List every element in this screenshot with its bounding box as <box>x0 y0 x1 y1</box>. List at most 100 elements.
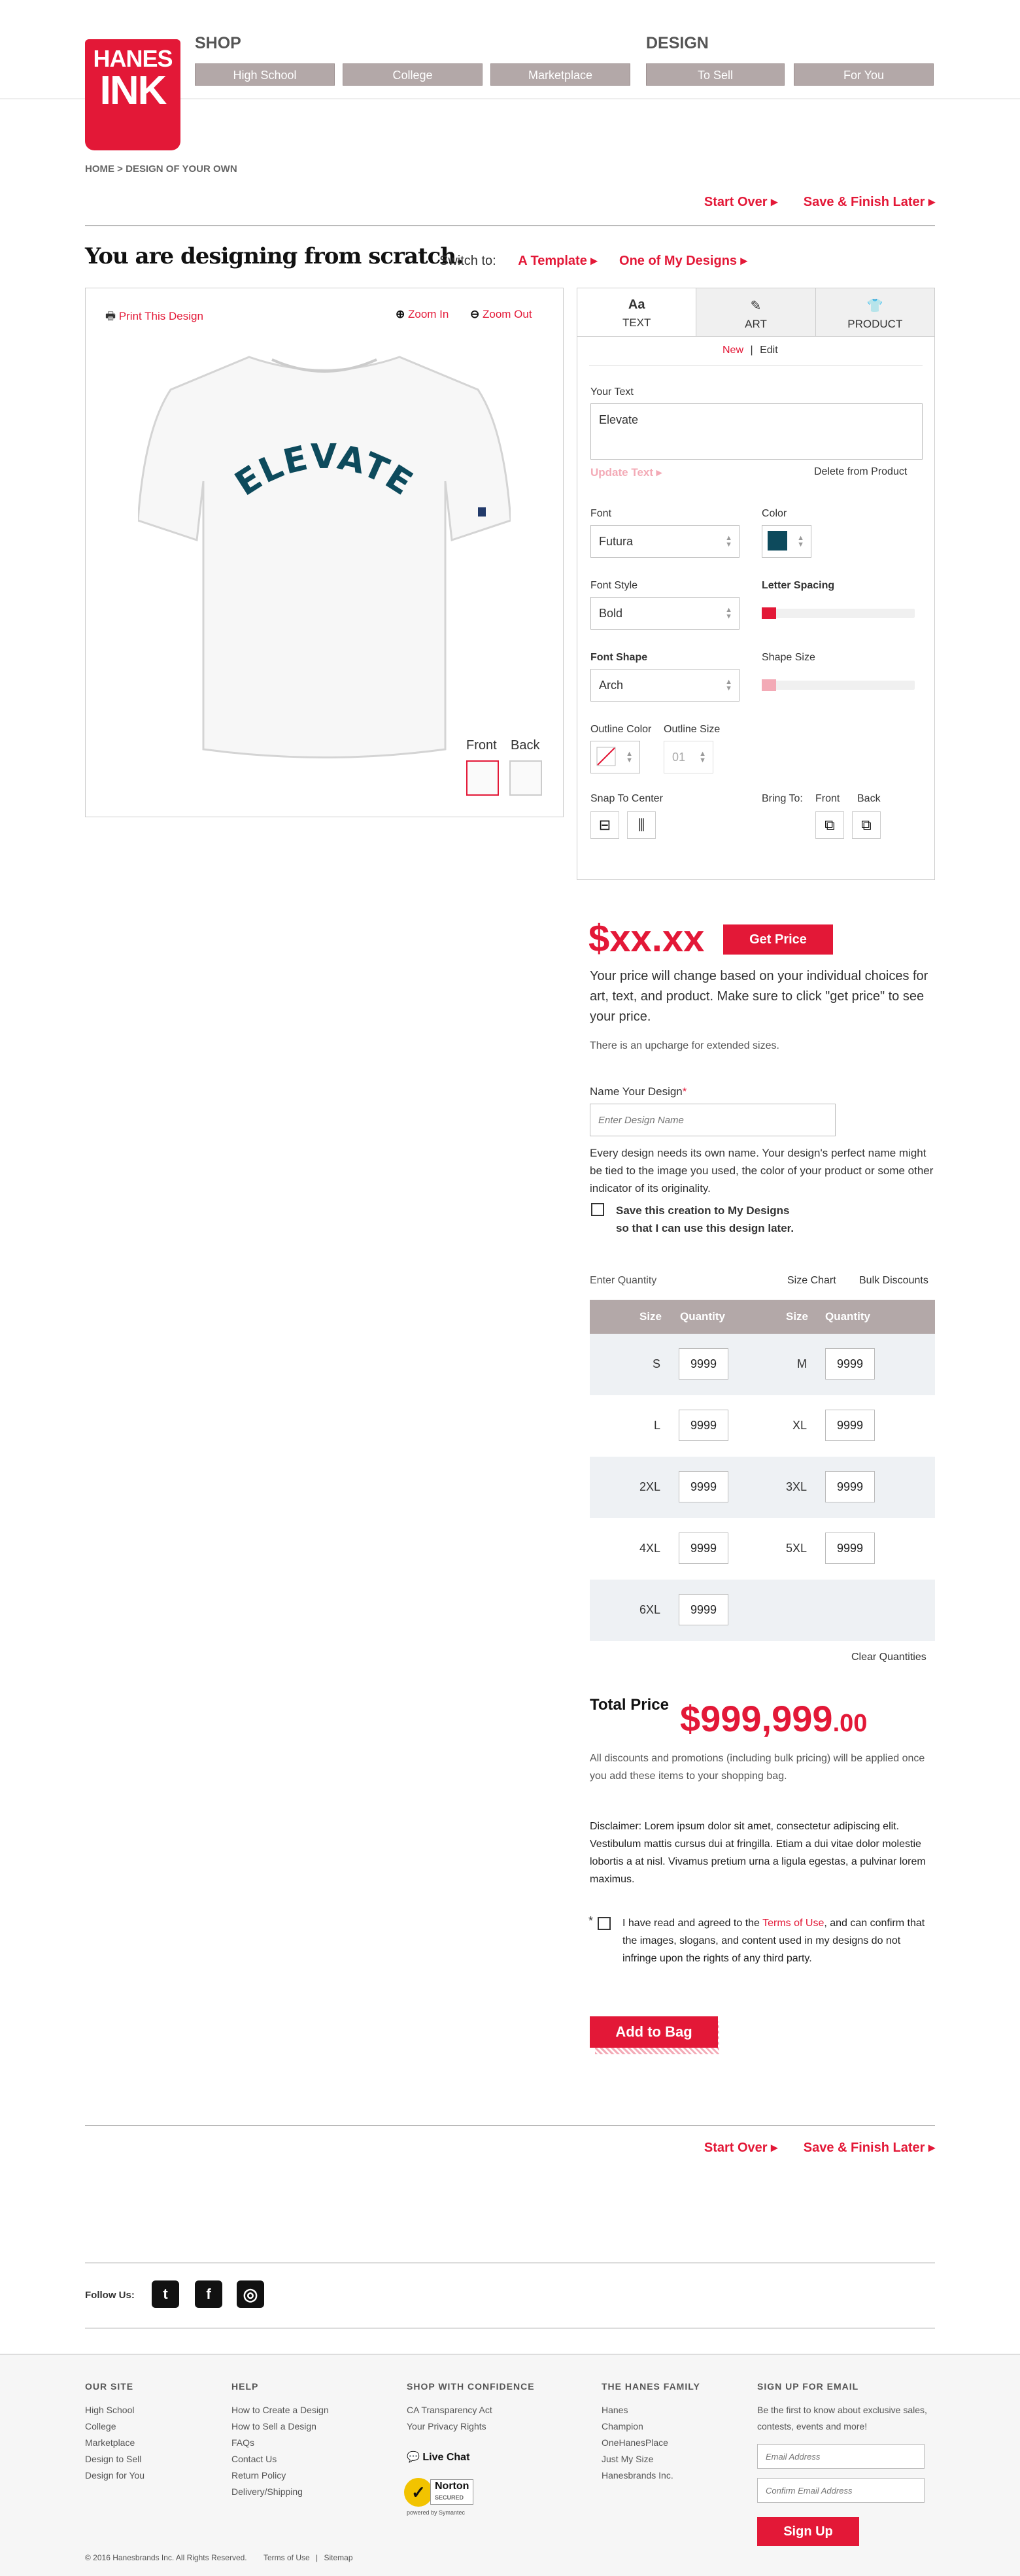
footer-terms-link[interactable]: Terms of Use <box>264 2553 310 2562</box>
font-label: Font <box>590 508 612 519</box>
start-over-link[interactable]: Start Over ▸ <box>704 2141 777 2155</box>
footer-link[interactable]: CA Transparency Act <box>407 2402 492 2418</box>
update-text-button[interactable]: Update Text ▸ <box>590 466 662 479</box>
table-row: 4XL 9999 5XL 9999 <box>590 1518 935 1580</box>
back-view-thumbnail[interactable] <box>509 760 542 796</box>
font-style-select[interactable]: Bold ▲ ▼ <box>590 597 740 630</box>
footer-link[interactable]: Hanesbrands Inc. <box>602 2467 673 2484</box>
footer-link[interactable]: High School <box>85 2402 144 2418</box>
footer-link[interactable]: FAQs <box>231 2435 329 2451</box>
nav-to-sell[interactable]: To Sell <box>646 63 785 86</box>
footer-link[interactable]: How to Sell a Design <box>231 2418 329 2435</box>
quantity-input[interactable]: 9999 <box>825 1533 875 1564</box>
outline-color-select[interactable]: ▲ ▼ <box>590 741 640 773</box>
footer-link[interactable]: Design to Sell <box>85 2451 144 2467</box>
terms-agreement: I have read and agreed to the Terms of U… <box>622 1918 925 1964</box>
slider-handle[interactable] <box>762 679 776 691</box>
font-shape-select[interactable]: Arch ▲ ▼ <box>590 669 740 702</box>
footer-link[interactable]: College <box>85 2418 144 2435</box>
quantity-input[interactable]: 9999 <box>679 1471 728 1502</box>
switch-my-designs-link[interactable]: One of My Designs ▸ <box>619 254 747 268</box>
tab-text[interactable]: Aa TEXT <box>577 288 697 336</box>
footer-sitemap-link[interactable]: Sitemap <box>324 2553 352 2562</box>
color-select[interactable]: ▲ ▼ <box>762 525 811 558</box>
tshirt-preview[interactable]: ELEVATE <box>138 344 511 762</box>
facebook-icon[interactable]: f <box>195 2280 222 2308</box>
outline-size-select[interactable]: 01 ▲ ▼ <box>664 741 713 773</box>
size-chart-link[interactable]: Size Chart <box>787 1275 836 1287</box>
save-finish-later-link[interactable]: Save & Finish Later ▸ <box>804 195 935 209</box>
send-to-back-icon[interactable]: ⧉ <box>852 811 881 839</box>
save-finish-later-link[interactable]: Save & Finish Later ▸ <box>804 2141 935 2155</box>
footer-link[interactable]: Contact Us <box>231 2451 329 2467</box>
quantity-input[interactable]: 9999 <box>679 1348 728 1380</box>
zoom-out-button[interactable]: ⊖ Zoom Out <box>470 308 532 321</box>
footer-link[interactable]: Just My Size <box>602 2451 673 2467</box>
add-to-bag-button[interactable]: Add to Bag <box>590 2016 718 2048</box>
footer-link[interactable]: Delivery/Shipping <box>231 2484 329 2500</box>
quantity-input[interactable]: 9999 <box>679 1594 728 1625</box>
terms-of-use-link[interactable]: Terms of Use <box>762 1918 824 1929</box>
slider-handle[interactable] <box>762 607 776 619</box>
divider: | <box>750 345 753 356</box>
sign-up-button[interactable]: Sign Up <box>757 2517 859 2546</box>
footer-link[interactable]: OneHanesPlace <box>602 2435 673 2451</box>
tab-art[interactable]: ✎ ART <box>696 288 816 336</box>
footer-link[interactable]: Marketplace <box>85 2435 144 2451</box>
nav-high-school[interactable]: High School <box>195 63 335 86</box>
bulk-discounts-link[interactable]: Bulk Discounts <box>859 1275 928 1287</box>
nav-college[interactable]: College <box>343 63 483 86</box>
footer-link[interactable]: Champion <box>602 2418 673 2435</box>
price-display: $xx.xx <box>588 917 705 960</box>
live-chat-button[interactable]: 💬 Live Chat <box>407 2449 469 2466</box>
edit-link[interactable]: Edit <box>760 345 778 356</box>
tab-product[interactable]: 👕 PRODUCT <box>815 288 934 336</box>
tshirt-icon: 👕 <box>866 299 883 313</box>
design-name-input[interactable] <box>590 1104 836 1136</box>
quantity-input[interactable]: 9999 <box>679 1410 728 1441</box>
footer-link[interactable]: Your Privacy Rights <box>407 2418 492 2435</box>
twitter-icon[interactable]: t <box>152 2280 179 2308</box>
quantity-input[interactable]: 9999 <box>825 1471 875 1502</box>
email-input[interactable] <box>757 2444 925 2469</box>
upcharge-note: There is an upcharge for extended sizes. <box>590 1040 779 1051</box>
outline-size-label: Outline Size <box>664 724 721 735</box>
print-design-link[interactable]: 🖶 Print This Design <box>105 308 203 327</box>
footer-link[interactable]: Hanes <box>602 2402 673 2418</box>
your-text-input[interactable]: Elevate <box>590 403 923 460</box>
confirm-email-input[interactable] <box>757 2478 925 2503</box>
norton-secured-badge[interactable]: ✓ Norton SECURED powered by Symantec <box>404 2475 489 2520</box>
snap-horizontal-icon[interactable]: ⊟ <box>590 811 619 839</box>
letter-spacing-slider[interactable] <box>762 607 915 619</box>
quantity-input[interactable]: 9999 <box>679 1533 728 1564</box>
footer-link[interactable]: Design for You <box>85 2467 144 2484</box>
clear-quantities-link[interactable]: Clear Quantities <box>851 1652 926 1663</box>
terms-checkbox[interactable] <box>598 1917 611 1930</box>
delete-from-product-link[interactable]: Delete from Product <box>814 466 907 478</box>
bring-to-front-icon[interactable]: ⧉ <box>815 811 844 839</box>
breadcrumb-home[interactable]: HOME <box>85 163 114 175</box>
quantity-input[interactable]: 9999 <box>825 1348 875 1380</box>
switch-template-link[interactable]: A Template ▸ <box>518 254 597 268</box>
quantity-input[interactable]: 9999 <box>825 1410 875 1441</box>
nav-marketplace[interactable]: Marketplace <box>490 63 630 86</box>
footer-link[interactable]: How to Create a Design <box>231 2402 329 2418</box>
table-row: S 9999 M 9999 <box>590 1334 935 1395</box>
logo-text-ink: INK <box>99 68 167 113</box>
instagram-icon[interactable]: ◎ <box>237 2280 264 2308</box>
new-link[interactable]: New <box>722 345 743 356</box>
hanes-ink-logo[interactable]: HANES INK <box>85 39 180 150</box>
font-select[interactable]: Futura ▲ ▼ <box>590 525 740 558</box>
save-creation-label: Save this creation to My Designs so that … <box>616 1204 794 1234</box>
save-creation-checkbox[interactable] <box>591 1203 604 1216</box>
shape-size-slider[interactable] <box>762 679 915 691</box>
zoom-in-button[interactable]: ⊕ Zoom In <box>396 308 449 321</box>
snap-vertical-icon[interactable]: ⫼ <box>627 811 656 839</box>
bottom-divider <box>85 2125 935 2126</box>
footer-link[interactable]: Return Policy <box>231 2467 329 2484</box>
start-over-link[interactable]: Start Over ▸ <box>704 195 777 209</box>
nav-for-you[interactable]: For You <box>794 63 934 86</box>
get-price-button[interactable]: Get Price <box>723 924 833 955</box>
front-view-thumbnail[interactable] <box>466 760 499 796</box>
select-arrows-icon: ▲ ▼ <box>725 606 732 620</box>
